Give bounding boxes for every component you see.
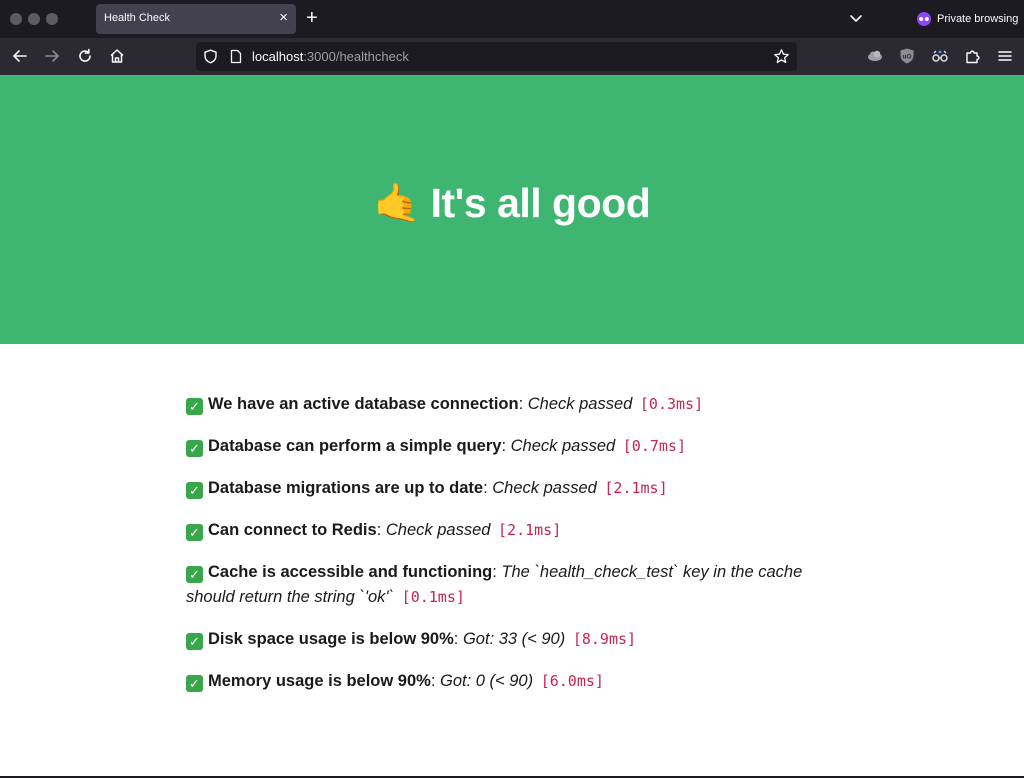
check-mark-icon: ✓ xyxy=(186,482,203,499)
tab-title: Health Check xyxy=(104,12,171,24)
check-mark-icon: ✓ xyxy=(186,440,203,457)
page-title: 🤙 It's all good xyxy=(373,180,651,227)
check-mark-icon: ✓ xyxy=(186,633,203,650)
tab-close-icon[interactable]: × xyxy=(279,9,288,27)
check-duration: [0.7ms] xyxy=(622,437,686,455)
health-check-item: ✓ Memory usage is below 90%: Got: 0 (< 90… xyxy=(186,669,826,694)
private-browsing-indicator: Private browsing xyxy=(916,11,1018,27)
check-name: Database migrations are up to date xyxy=(208,479,484,497)
private-browsing-label: Private browsing xyxy=(937,13,1019,25)
check-mark-icon: ✓ xyxy=(186,398,203,415)
health-check-item: ✓ Can connect to Redis: Check passed [2.1… xyxy=(186,518,826,543)
health-check-item: ✓ Cache is accessible and functioning: Th… xyxy=(186,563,803,606)
health-check-item: ✓ Database migrations are up to date: Che… xyxy=(186,476,826,501)
tracking-protection-shield-icon[interactable] xyxy=(203,49,218,64)
check-message: Check passed xyxy=(385,521,491,539)
puzzle-extensions-icon[interactable] xyxy=(964,47,982,65)
bookmark-star-icon[interactable] xyxy=(773,48,790,65)
call-me-hand-icon: 🤙 xyxy=(373,182,421,225)
hamburger-menu-icon[interactable] xyxy=(996,47,1014,65)
health-check-item: ✓ Disk space usage is below 90%: Got: 33 … xyxy=(186,627,826,652)
ublock-origin-icon[interactable]: uO xyxy=(898,47,916,65)
check-duration: [8.9ms] xyxy=(572,630,637,648)
private-mask-icon xyxy=(917,12,931,26)
new-tab-button[interactable]: + xyxy=(306,7,318,29)
check-name: Can connect to Redis xyxy=(208,521,377,539)
check-name: Database can perform a simple query xyxy=(208,437,502,455)
check-mark-icon: ✓ xyxy=(186,566,203,583)
page-title-text: It's all good xyxy=(430,180,651,226)
forward-arrow-icon[interactable] xyxy=(43,47,61,65)
check-duration: [0.3ms] xyxy=(639,395,704,413)
url-path: :3000/healthcheck xyxy=(303,49,409,64)
health-check-item: ✓ Database can perform a simple query: Ch… xyxy=(186,434,826,459)
check-message: Check passed xyxy=(492,479,597,497)
svg-text:uO: uO xyxy=(902,54,911,61)
check-duration: [2.1ms] xyxy=(498,521,562,539)
status-hero-banner: 🤙 It's all good xyxy=(0,75,1024,344)
check-message: Check passed xyxy=(527,395,633,413)
back-arrow-icon[interactable] xyxy=(11,47,29,65)
check-name: Cache is accessible and functioning xyxy=(208,563,493,581)
check-duration: [6.0ms] xyxy=(540,672,604,690)
cloud-extension-icon[interactable] xyxy=(866,47,884,65)
glasses-extension-icon[interactable] xyxy=(931,47,949,65)
check-message: Check passed xyxy=(510,437,616,455)
url-text[interactable]: localhost:3000/healthcheck xyxy=(252,49,409,64)
health-check-item: ✓ We have an active database connection: … xyxy=(186,392,826,417)
page-icon[interactable] xyxy=(229,49,243,64)
reload-icon[interactable] xyxy=(76,47,94,65)
chevron-down-icon[interactable] xyxy=(848,10,864,26)
window-close-dot[interactable] xyxy=(10,13,22,25)
check-name: Memory usage is below 90% xyxy=(208,672,431,690)
health-check-list: ✓ We have an active database connection: … xyxy=(186,392,826,711)
home-icon[interactable] xyxy=(108,47,126,65)
url-host: localhost xyxy=(252,49,304,64)
browser-tab-bar: Health Check × + Private browsing xyxy=(0,0,1024,38)
check-name: Disk space usage is below 90% xyxy=(208,630,454,648)
check-message: Got: 0 (< 90) xyxy=(440,672,534,690)
window-zoom-dot[interactable] xyxy=(46,13,58,25)
window-minimize-dot[interactable] xyxy=(28,13,40,25)
tab-health-check[interactable]: Health Check × xyxy=(96,4,296,34)
check-duration: [2.1ms] xyxy=(604,479,668,497)
check-name: We have an active database connection xyxy=(208,395,519,413)
check-mark-icon: ✓ xyxy=(186,524,203,541)
check-mark-icon: ✓ xyxy=(186,675,203,692)
address-bar[interactable]: localhost:3000/healthcheck xyxy=(196,42,797,71)
check-message: Got: 33 (< 90) xyxy=(462,630,566,648)
browser-nav-bar: localhost:3000/healthcheck uO xyxy=(0,38,1024,75)
check-duration: [0.1ms] xyxy=(401,588,465,606)
